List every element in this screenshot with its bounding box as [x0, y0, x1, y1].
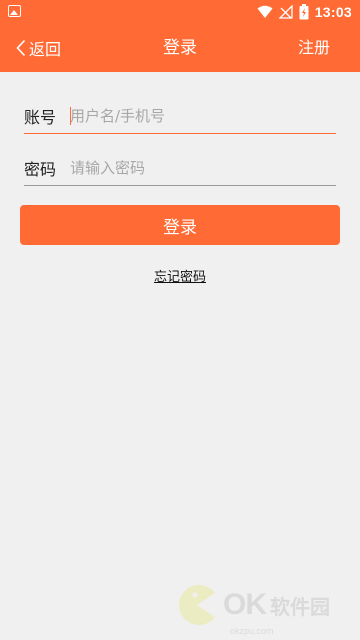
no-signal-icon: [278, 5, 293, 19]
login-button[interactable]: 登录: [20, 205, 340, 245]
back-label: 返回: [29, 40, 62, 59]
back-button[interactable]: 返回: [16, 24, 61, 72]
account-input[interactable]: [70, 100, 336, 131]
chevron-left-icon: [16, 39, 26, 57]
register-button[interactable]: 注册: [298, 24, 330, 72]
app-bar: 返回 登录 注册: [0, 24, 360, 72]
pacman-logo-icon: [179, 585, 215, 625]
forgot-password-link[interactable]: 忘记密码: [0, 266, 360, 285]
watermark-brand: OK: [223, 588, 267, 621]
watermark-logo: OK 软件园: [175, 582, 330, 628]
status-icons: 13:03: [257, 3, 352, 21]
password-field-row: 密码: [24, 150, 336, 186]
watermark-cn: 软件园: [270, 594, 330, 619]
status-bar: 13:03: [0, 0, 360, 24]
password-label: 密码: [24, 159, 57, 179]
watermark-url: okzpu.com: [230, 626, 274, 636]
battery-charging-icon: [299, 4, 309, 20]
password-input[interactable]: [70, 152, 336, 183]
account-label: 账号: [24, 107, 57, 127]
wifi-icon: [257, 5, 273, 18]
text-cursor: [70, 107, 71, 125]
status-time: 13:03: [314, 4, 352, 20]
login-screen: 13:03 返回 登录 注册 账号 密码 登录 忘记密码 OK 软件园: [0, 0, 360, 640]
image-notification-icon: [8, 5, 21, 17]
account-field-row: 账号: [24, 98, 336, 134]
